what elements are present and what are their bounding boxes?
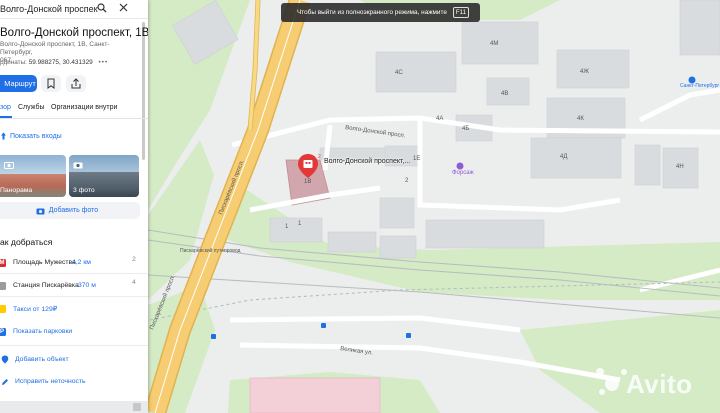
route-button[interactable]: Маршрут xyxy=(0,75,37,92)
poi-forsaz-dot[interactable] xyxy=(456,162,464,170)
divider xyxy=(0,18,148,19)
pin-label: Волго-Донской проспект,... xyxy=(324,158,411,165)
watermark: Avito xyxy=(626,369,693,399)
search-bar[interactable]: Волго-Донской проспект, 1 xyxy=(0,0,148,18)
building-number: 4В xyxy=(501,91,508,97)
edit-icon xyxy=(2,379,8,385)
directions-title: ак добраться xyxy=(0,237,53,247)
close-icon[interactable] xyxy=(119,3,128,12)
fullscreen-banner-text: Чтобы выйти из полноэкранного режима, на… xyxy=(297,9,447,16)
poi-sanktp: Санкт-Петербург xyxy=(680,83,719,89)
tab-organizations[interactable]: Организации внутри xyxy=(51,104,117,111)
tabs-divider xyxy=(0,118,148,119)
tab-overview[interactable]: зор xyxy=(0,104,11,111)
fullscreen-banner: Чтобы выйти из полноэкранного режима, на… xyxy=(281,3,480,22)
photo-gallery[interactable]: 3 фото xyxy=(69,155,139,197)
building-number: 4Ж xyxy=(580,69,589,75)
building-number: 4С xyxy=(395,70,403,76)
direction-distance: 370 м xyxy=(78,282,96,289)
bookmark-icon xyxy=(47,78,55,89)
building-number: 4М xyxy=(490,41,498,47)
direction-extra: 2 xyxy=(132,256,136,263)
show-entrances[interactable]: Показать входы xyxy=(0,132,62,140)
panorama-photo[interactable]: Панорама xyxy=(0,155,66,197)
building-number: 4Н xyxy=(676,164,684,170)
route-icon xyxy=(0,80,1,81)
add-photo-label: Добавить фото xyxy=(48,207,99,214)
poi-sanktp-dot[interactable] xyxy=(688,76,696,84)
panorama-icon xyxy=(4,162,14,169)
poi-forsaz: Форсаж xyxy=(452,170,474,176)
taxi-icon xyxy=(0,305,6,313)
coordinates-label: рдинаты: xyxy=(0,59,27,66)
coordinates-value[interactable]: 59.988275, 30.431329 xyxy=(29,59,93,66)
building-number: 1Е xyxy=(413,156,420,162)
minimap-thumb[interactable] xyxy=(133,403,141,411)
building-number: 4К xyxy=(577,116,584,122)
parking-label[interactable]: Показать парковки xyxy=(13,328,72,335)
add-object-label[interactable]: Добавить объект xyxy=(15,356,69,363)
share-icon xyxy=(71,78,81,89)
report-error-label[interactable]: Исправить неточность xyxy=(15,378,86,385)
coordinates: рдинаты: 59.988275, 30.431329 ••• xyxy=(0,59,108,66)
camera-plus-icon xyxy=(36,208,45,214)
metro-icon: М xyxy=(0,259,6,267)
divider xyxy=(0,296,148,297)
train-icon xyxy=(0,282,6,290)
direction-name: Станция Пискарёвка xyxy=(13,282,79,289)
divider xyxy=(0,345,148,346)
tab-services[interactable]: Службы xyxy=(18,104,45,111)
address-line: Волго-Донской проспект, 1В, Санкт-Петерб… xyxy=(0,41,110,56)
divider xyxy=(0,273,148,274)
entrance-icon xyxy=(1,132,6,140)
f11-key: F11 xyxy=(452,7,470,18)
direction-distance: 4,2 км xyxy=(72,259,91,266)
building-number: 4Д xyxy=(560,154,567,160)
search-icon[interactable] xyxy=(97,3,107,13)
place-card-panel: Волго-Донской проспект, 1 Волго-Донской … xyxy=(0,0,148,413)
more-icon[interactable]: ••• xyxy=(99,59,109,66)
route-button-label: Маршрут xyxy=(4,79,36,88)
direction-extra: 4 xyxy=(132,279,136,286)
parking-icon: P xyxy=(0,328,6,336)
scrollbar[interactable] xyxy=(142,22,145,160)
pin-marker: 2 xyxy=(318,154,321,160)
panel-footer-strip xyxy=(0,401,148,413)
taxi-label[interactable]: Такси от 129₽ xyxy=(13,305,57,313)
tabs: зор Службы Организации внутри xyxy=(0,104,148,118)
building-number: 4А xyxy=(436,116,443,122)
share-button[interactable] xyxy=(66,75,86,92)
building-number: 4Б xyxy=(462,126,469,132)
direction-name: Площадь Мужества xyxy=(13,259,76,266)
add-object-icon xyxy=(1,355,9,364)
search-input[interactable]: Волго-Донской проспект, 1 xyxy=(0,4,98,14)
place-title: Волго-Донской проспект, 1В xyxy=(0,27,148,39)
show-entrances-link[interactable]: Показать входы xyxy=(10,133,62,140)
add-photo-button[interactable]: Добавить фото xyxy=(0,202,140,219)
bookmark-button[interactable] xyxy=(41,75,61,92)
panorama-label: Панорама xyxy=(0,187,33,194)
street-label-piskarevsky-passage: Пискарёвский путепровод xyxy=(180,247,241,254)
photo-count-label: 3 фото xyxy=(73,187,95,194)
building-number: 1В xyxy=(304,179,311,185)
camera-icon xyxy=(73,162,83,169)
